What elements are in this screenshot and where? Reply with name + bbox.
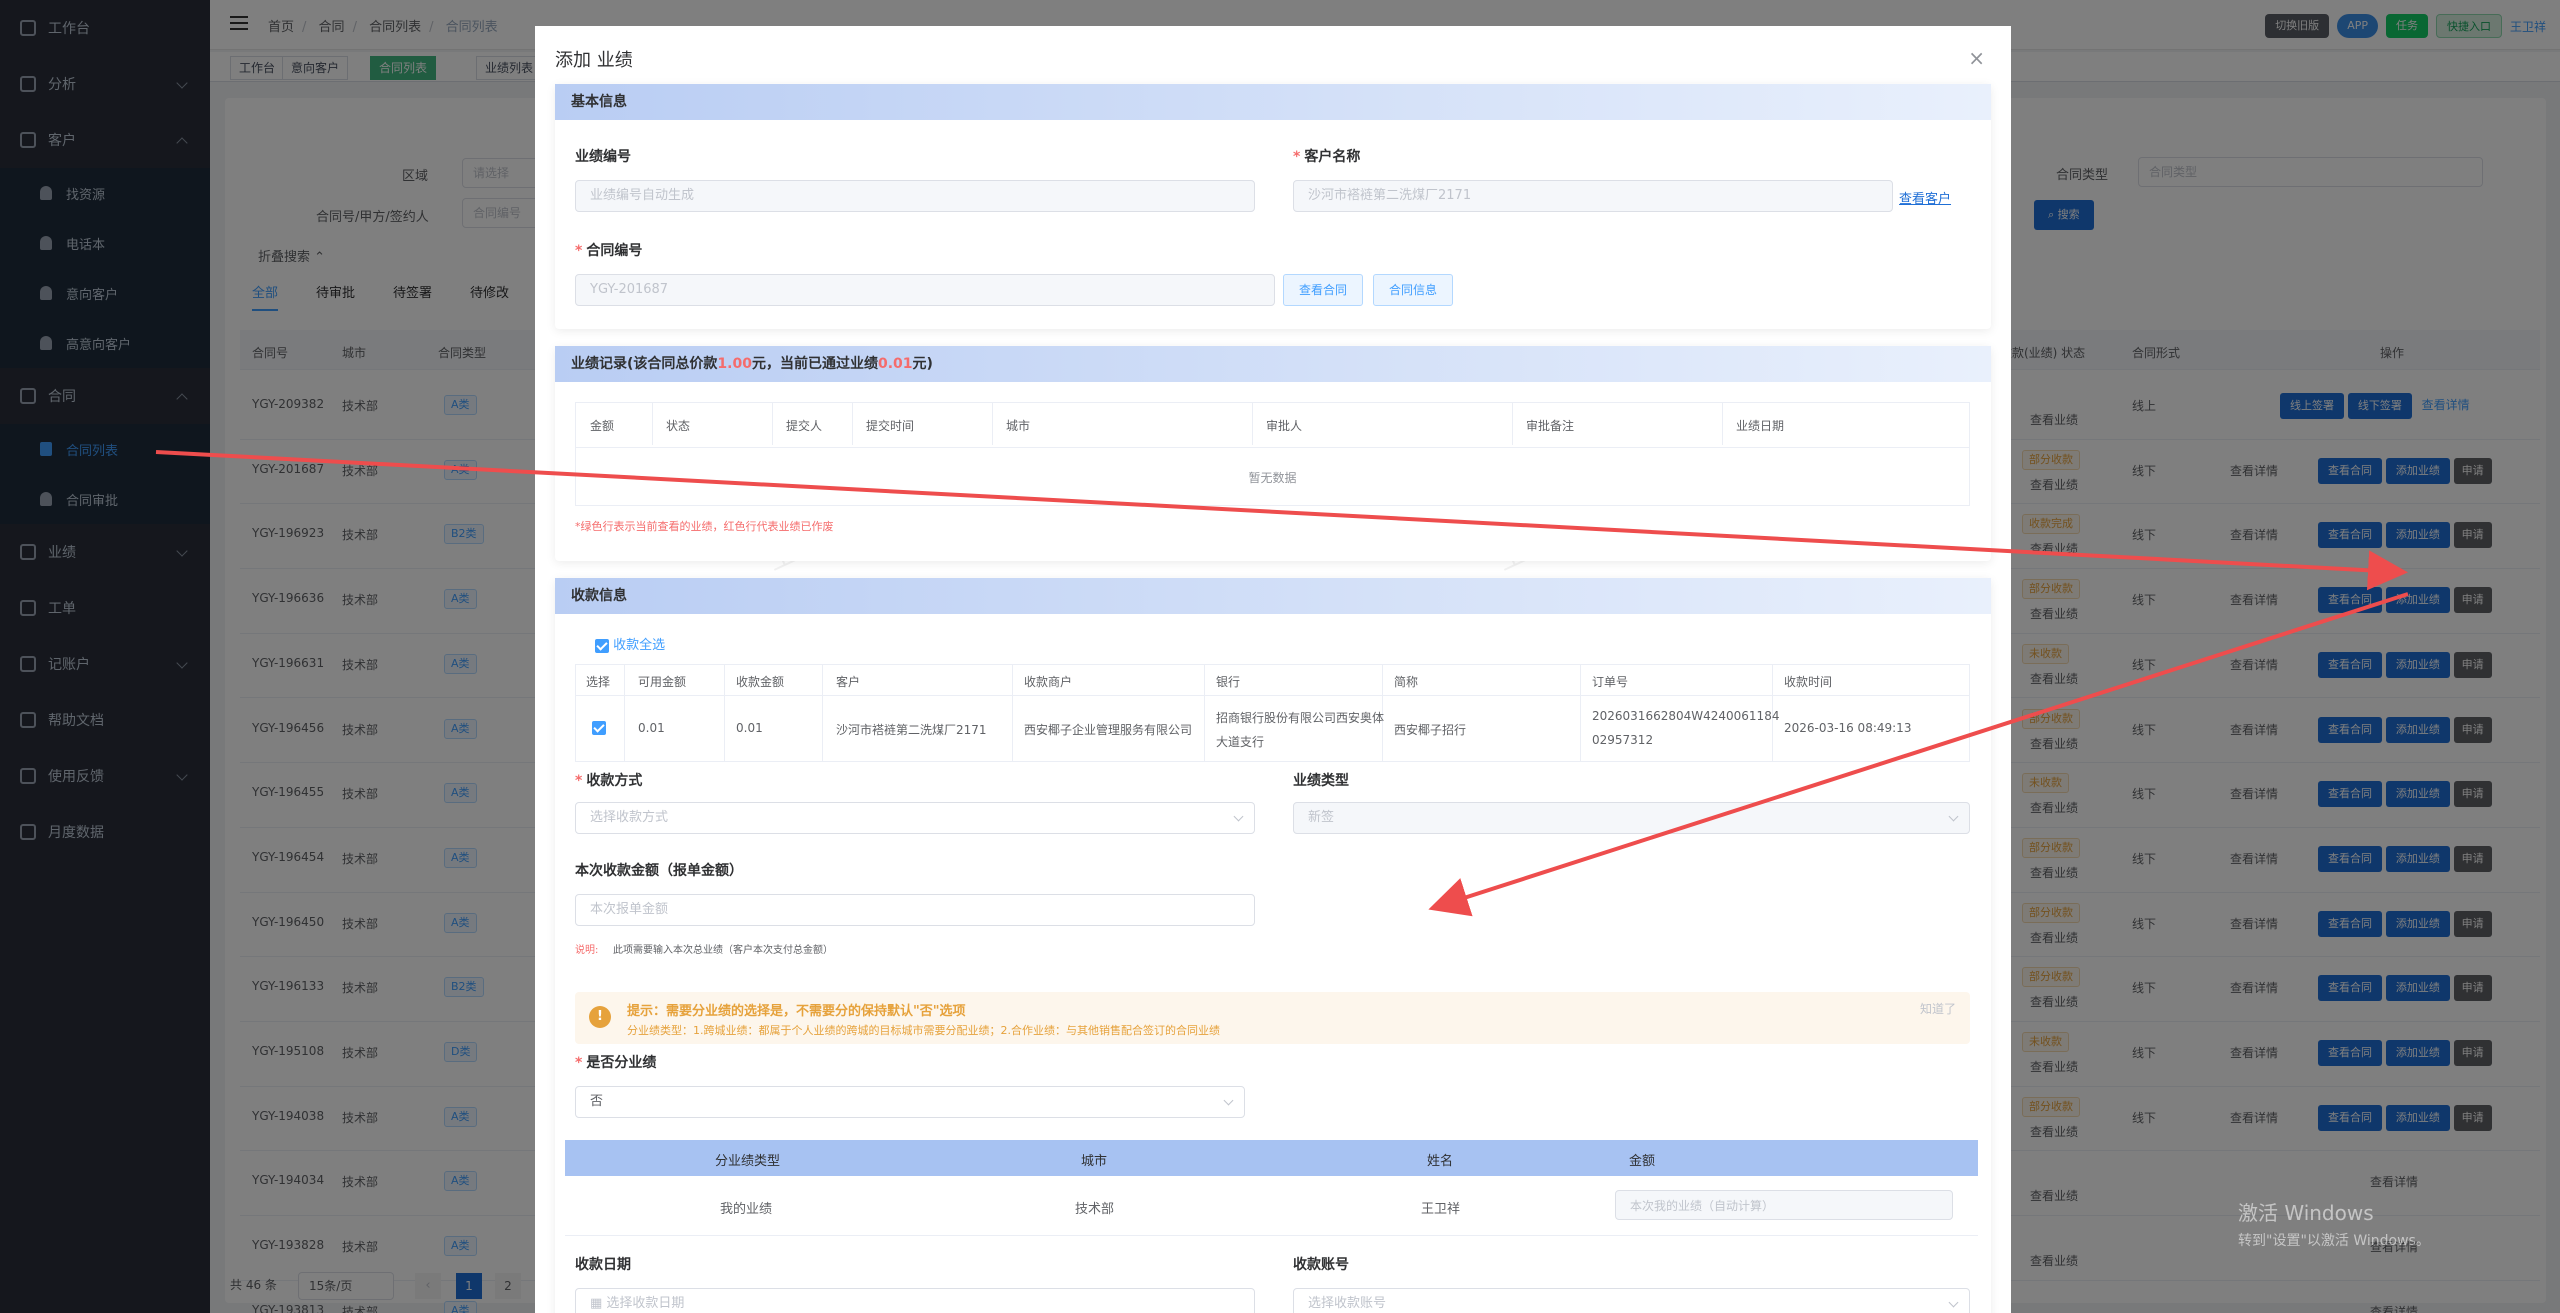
col-header: 可用金额 xyxy=(638,675,687,689)
row-checkbox[interactable] xyxy=(592,721,606,735)
dialog-title: 添加 业绩 xyxy=(555,50,633,71)
performance-no-label: 业绩编号 xyxy=(575,149,631,165)
contract-no-label: * 合同编号 xyxy=(575,243,643,259)
record-note: *绿色行表示当前查看的业绩，红色行代表业绩已作废 xyxy=(575,520,834,533)
report-amount-label: 本次收款金额（报单金额） xyxy=(575,863,743,879)
cell-pay-time: 2026-03-16 08:49:13 xyxy=(1784,721,1912,735)
col-header: 审批人 xyxy=(1266,419,1303,433)
pay-method-label: * 收款方式 xyxy=(575,773,643,789)
chevron-down-icon xyxy=(1223,1095,1234,1106)
performance-type-label: 业绩类型 xyxy=(1293,773,1349,789)
customer-name-label: * 客户名称 xyxy=(1293,149,1361,165)
view-contract-button[interactable]: 查看合同 xyxy=(1283,274,1364,306)
cell-merchant: 西安椰子企业管理服务有限公司 xyxy=(1024,723,1193,737)
performance-type-select: 新签 xyxy=(1293,802,1970,834)
col-header: 客户 xyxy=(836,675,861,689)
col-header: 分业绩类型 xyxy=(715,1154,781,1169)
cell-customer: 沙河市褡裢第二洗煤厂2171 xyxy=(836,723,987,737)
payment-info-header: 收款信息 xyxy=(555,578,1991,614)
warning-icon: ! xyxy=(589,1006,611,1028)
col-header: 提交时间 xyxy=(866,419,915,433)
split-type-cell: 我的业绩 xyxy=(720,1202,773,1217)
explain-key: 说明: xyxy=(575,945,599,956)
chevron-down-icon xyxy=(1233,811,1244,822)
tip-close[interactable]: 知道了 xyxy=(1920,1000,1956,1017)
col-header: 状态 xyxy=(666,419,691,433)
col-header: 收款商户 xyxy=(1024,675,1073,689)
tip-alert: ! 提示：需要分业绩的选择是，不需要分的保持默认"否"选项 分业绩类型：1.跨城… xyxy=(575,992,1970,1044)
basic-info-header: 基本信息 xyxy=(555,84,1991,120)
performance-record-section: 业绩记录(该合同总价款1.00元，当前已通过业绩0.01元) 金额 状态 提交人… xyxy=(555,346,1991,561)
cell-available: 0.01 xyxy=(638,721,665,735)
payment-info-section: 收款信息 收款全选 选择 可用金额 收款金额 客户 收款商户 银行 简称 订单号… xyxy=(555,578,1991,1313)
cell-amount: 0.01 xyxy=(736,721,763,735)
col-header: 城市 xyxy=(1006,419,1031,433)
pay-date-picker[interactable]: ▦ 选择收款日期 xyxy=(575,1288,1255,1313)
tip-title: 提示：需要分业绩的选择是，不需要分的保持默认"否"选项 xyxy=(627,1004,966,1019)
col-header: 业绩日期 xyxy=(1736,419,1785,433)
add-performance-dialog: 添加 业绩 × 王卫祥 王卫祥 王卫祥 王卫祥 王卫祥 王卫祥 王卫祥 王卫祥 … xyxy=(535,26,2011,1313)
customer-name-input: 沙河市褡裢第二洗煤厂2171 xyxy=(1293,180,1893,212)
split-amount-input: 本次我的业绩（自动计算） xyxy=(1615,1190,1953,1220)
select-all-checkbox[interactable]: 收款全选 xyxy=(595,634,665,653)
explain-text: 此项需要输入本次总业绩（客户本次支付总金额） xyxy=(613,945,833,956)
report-amount-input[interactable]: 本次报单金额 xyxy=(575,894,1255,926)
calendar-icon: ▦ xyxy=(590,1296,607,1311)
pay-date-label: 收款日期 xyxy=(575,1257,631,1273)
chevron-down-icon xyxy=(1948,1297,1959,1308)
col-header: 姓名 xyxy=(1427,1154,1454,1169)
pay-account-label: 收款账号 xyxy=(1293,1257,1349,1273)
split-name-cell: 王卫祥 xyxy=(1421,1202,1461,1217)
split-city-cell: 技术部 xyxy=(1075,1202,1115,1217)
col-header: 金额 xyxy=(1629,1154,1656,1169)
col-header: 银行 xyxy=(1216,675,1241,689)
tip-body: 分业绩类型：1.跨城业绩：都属于个人业绩的跨城的目标城市需要分配业绩；2.合作业… xyxy=(627,1024,1220,1037)
performance-record-table: 金额 状态 提交人 提交时间 城市 审批人 审批备注 业绩日期 暂无数据 xyxy=(575,402,1970,506)
cell-bank-line2: 大道支行 xyxy=(1216,735,1265,749)
windows-line2: 转到"设置"以激活 Windows。 xyxy=(2238,1233,2430,1249)
col-header: 审批备注 xyxy=(1526,419,1575,433)
split-table-header: 分业绩类型 城市 姓名 金额 xyxy=(565,1140,1978,1176)
split-performance-select[interactable]: 否 xyxy=(575,1086,1245,1118)
col-header: 提交人 xyxy=(786,419,823,433)
col-header: 订单号 xyxy=(1592,675,1629,689)
col-header: 城市 xyxy=(1081,1154,1108,1169)
cell-short-name: 西安椰子招行 xyxy=(1394,723,1467,737)
windows-line1: 激活 Windows xyxy=(2238,1201,2374,1225)
cell-order-no: 2026031662804W4240061184 xyxy=(1592,709,1780,723)
cell-order-no-line2: 02957312 xyxy=(1592,733,1654,747)
col-header: 选择 xyxy=(586,675,611,689)
payment-table: 选择 可用金额 收款金额 客户 收款商户 银行 简称 订单号 收款时间 0.01… xyxy=(575,664,1970,762)
pay-method-select[interactable]: 选择收款方式 xyxy=(575,802,1255,834)
cell-bank: 招商银行股份有限公司西安奥体 xyxy=(1216,711,1385,725)
empty-data-text: 暂无数据 xyxy=(1248,471,1297,485)
split-performance-label: * 是否分业绩 xyxy=(575,1055,657,1071)
contract-info-button[interactable]: 合同信息 xyxy=(1373,274,1454,306)
pay-account-select[interactable]: 选择收款账号 xyxy=(1293,1288,1970,1313)
performance-no-input[interactable]: 业绩编号自动生成 xyxy=(575,180,1255,212)
basic-info-section: 基本信息 业绩编号 业绩编号自动生成 * 客户名称 沙河市褡裢第二洗煤厂2171 … xyxy=(555,84,1991,329)
close-icon[interactable]: × xyxy=(1968,46,1985,70)
col-header: 收款时间 xyxy=(1784,675,1833,689)
contract-no-input: YGY-201687 xyxy=(575,274,1275,306)
col-header: 简称 xyxy=(1394,675,1419,689)
windows-activation-watermark: 激活 Windows 转到"设置"以激活 Windows。 xyxy=(2238,1197,2430,1250)
chevron-down-icon xyxy=(1948,811,1959,822)
performance-record-header: 业绩记录(该合同总价款1.00元，当前已通过业绩0.01元) xyxy=(555,346,1991,382)
checkbox-checked-icon xyxy=(595,638,609,653)
split-table-row: 我的业绩 技术部 王卫祥 本次我的业绩（自动计算） xyxy=(565,1176,1978,1236)
col-header: 金额 xyxy=(590,419,615,433)
col-header: 收款金额 xyxy=(736,675,785,689)
view-customer-link[interactable]: 查看客户 xyxy=(1899,188,1951,207)
